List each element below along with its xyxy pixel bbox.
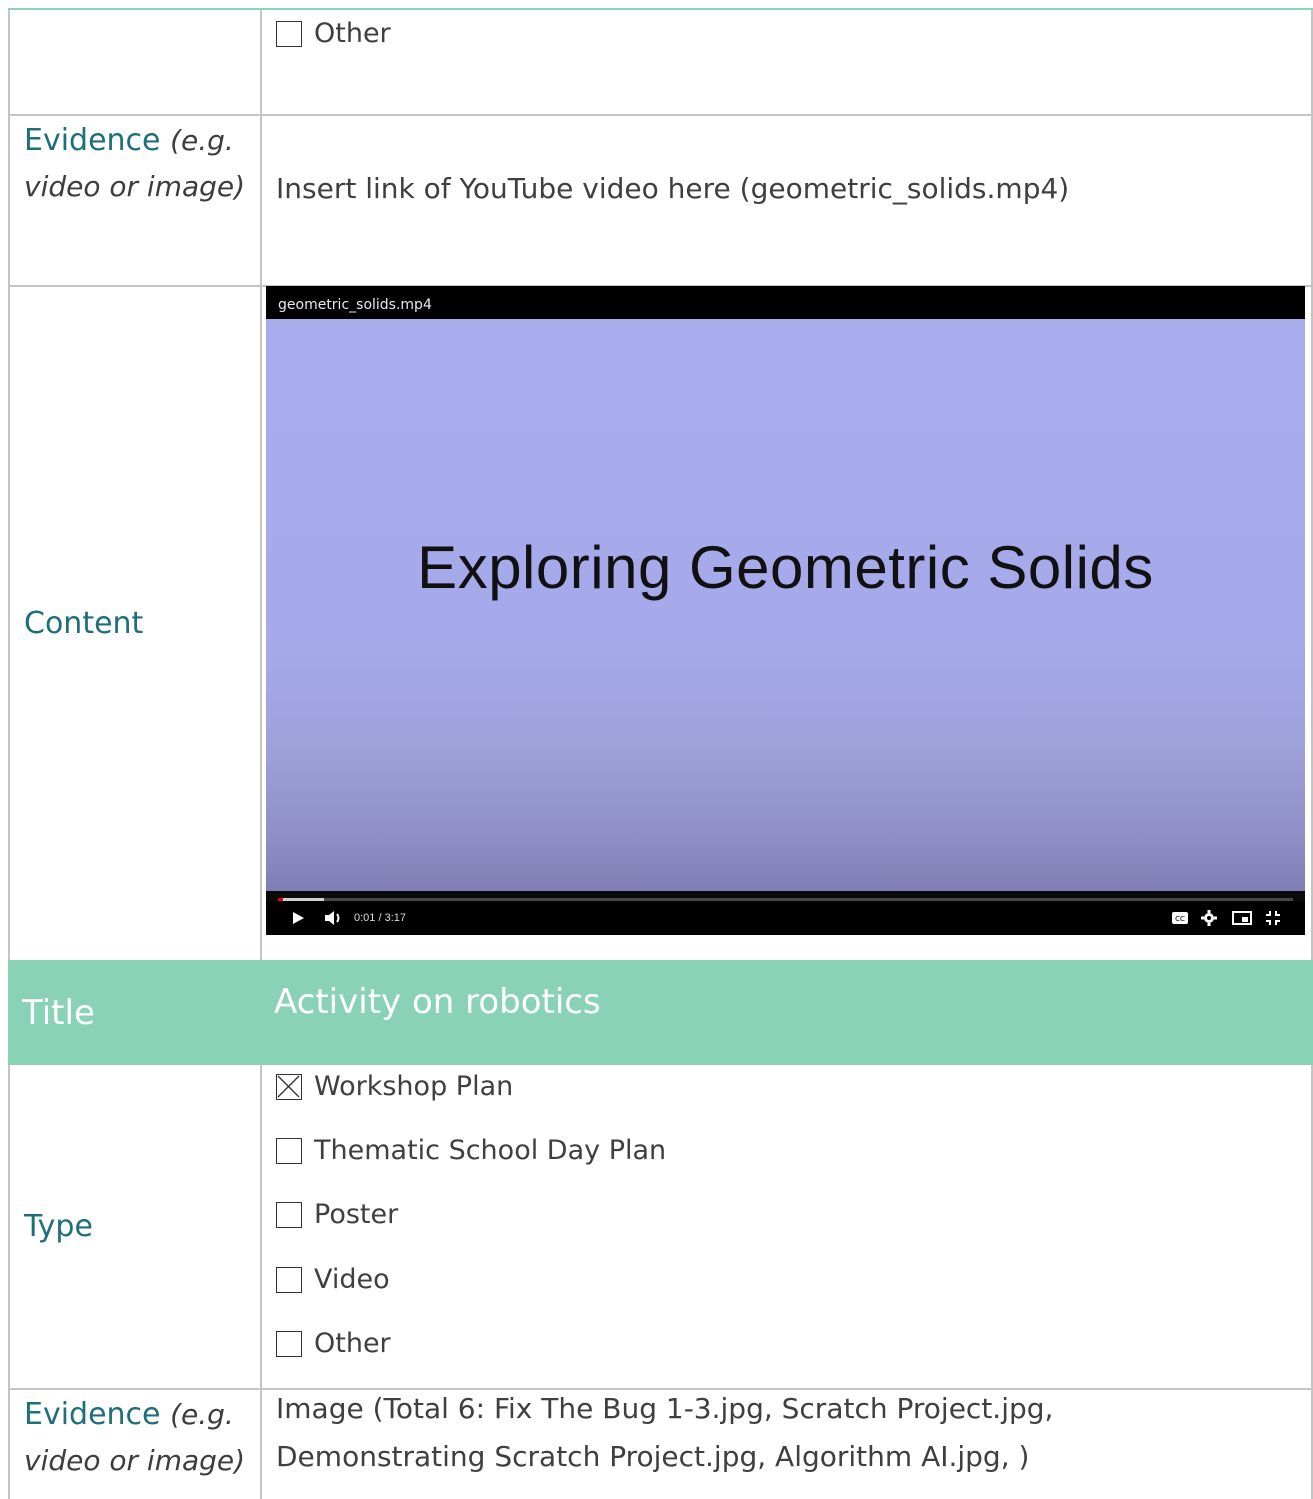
evidence-row-1: Evidence (e.g. video or image) Insert li…: [8, 116, 1313, 285]
volume-icon[interactable]: [324, 901, 344, 935]
title-row: Title Activity on robotics: [8, 960, 1313, 1065]
miniplayer-icon[interactable]: [1232, 901, 1252, 935]
evidence-label-cell: Evidence (e.g. video or image): [10, 1390, 262, 1499]
checkbox-label: Workshop Plan: [314, 1071, 514, 1102]
evidence-value-text[interactable]: Insert link of YouTube video here (geome…: [276, 172, 1069, 205]
type-row: Type Workshop Plan Thematic School Day P…: [8, 1065, 1313, 1388]
checkbox-option-poster[interactable]: Poster: [276, 1199, 398, 1230]
captions-icon[interactable]: CC: [1171, 901, 1189, 935]
checkbox-option-other[interactable]: Other: [276, 18, 391, 49]
evidence-value-cell: Insert link of YouTube video here (geome…: [262, 116, 1311, 285]
svg-text:CC: CC: [1175, 915, 1185, 923]
checkbox-label: Poster: [314, 1199, 399, 1230]
video-title-bar: geometric_solids.mp4: [266, 286, 1305, 319]
type-options-cell: Other: [262, 10, 1311, 115]
checkbox-option-workshop-plan[interactable]: Workshop Plan: [276, 1071, 513, 1102]
exit-fullscreen-icon[interactable]: [1265, 901, 1281, 935]
evidence-row-2: Evidence (e.g. video or image) Image (To…: [8, 1390, 1313, 1499]
type-row-top-partial: Other: [8, 10, 1313, 115]
evidence-value-cell: Image (Total 6: Fix The Bug 1-3.jpg, Scr…: [262, 1390, 1311, 1499]
document-page: Other Evidence (e.g. video or image) Ins…: [0, 0, 1313, 1499]
title-value[interactable]: Activity on robotics: [260, 938, 1313, 1065]
evidence-value-line-2[interactable]: Demonstrating Scratch Project.jpg, Algor…: [276, 1440, 1029, 1473]
checkbox-option-thematic-school-day-plan[interactable]: Thematic School Day Plan: [276, 1135, 666, 1166]
evidence-label: Evidence: [24, 123, 161, 158]
checkbox-icon[interactable]: [276, 1201, 302, 1228]
video-time: 0:01 / 3:17: [354, 912, 406, 924]
checkbox-icon[interactable]: [276, 20, 302, 47]
type-label-cell: Type: [10, 1065, 262, 1388]
checkbox-label: Video: [314, 1264, 390, 1295]
checkbox-label: Other: [314, 1328, 391, 1359]
video-controls: 0:01 / 3:17 CC: [266, 901, 1305, 935]
checked-checkbox-icon[interactable]: [276, 1073, 302, 1100]
empty-label-cell: [10, 10, 262, 115]
checkbox-icon[interactable]: [276, 1266, 302, 1293]
title-label: Title: [22, 992, 95, 1033]
checkbox-icon[interactable]: [276, 1330, 302, 1357]
content-label-cell: Content: [10, 287, 262, 960]
checkbox-option-video[interactable]: Video: [276, 1264, 390, 1295]
video-frame-title: Exploring Geometric Solids: [417, 534, 1154, 601]
type-label: Type: [24, 1209, 93, 1244]
evidence-label-cell: Evidence (e.g. video or image): [10, 116, 262, 285]
content-label: Content: [24, 606, 144, 641]
type-options-cell: Workshop Plan Thematic School Day Plan P…: [262, 1065, 1311, 1388]
video-player[interactable]: geometric_solids.mp4 Exploring Geometric…: [266, 286, 1305, 935]
video-filename[interactable]: geometric_solids.mp4: [278, 297, 432, 313]
checkbox-icon[interactable]: [276, 1137, 302, 1164]
play-icon[interactable]: [290, 901, 306, 935]
evidence-value-line-1[interactable]: Image (Total 6: Fix The Bug 1-3.jpg, Scr…: [276, 1392, 1053, 1425]
video-frame[interactable]: Exploring Geometric Solids: [266, 319, 1305, 891]
checkbox-option-other[interactable]: Other: [276, 1328, 391, 1359]
checkbox-label: Thematic School Day Plan: [314, 1135, 667, 1166]
settings-icon[interactable]: [1201, 901, 1217, 935]
checkbox-label: Other: [314, 18, 391, 49]
evidence-label: Evidence: [24, 1397, 161, 1432]
